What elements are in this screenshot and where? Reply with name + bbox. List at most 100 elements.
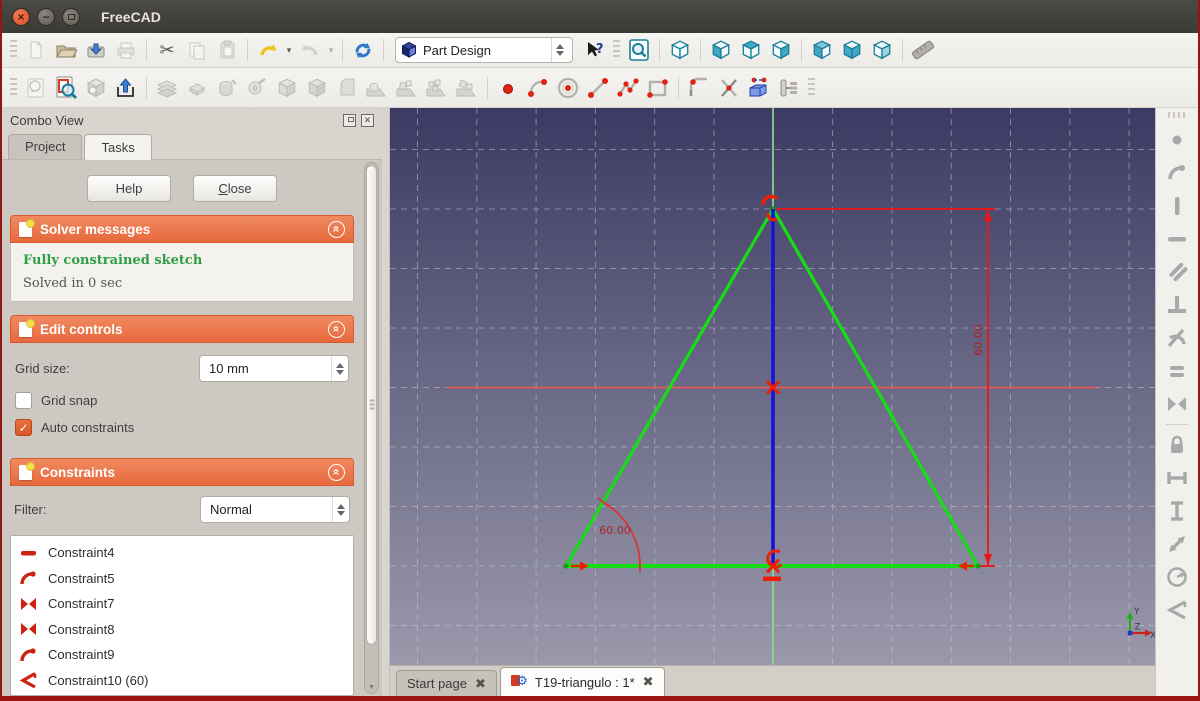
vertical-constraint-button[interactable] [1164, 193, 1190, 219]
paste-button[interactable] [212, 36, 242, 64]
filter-select[interactable]: Normal [200, 496, 350, 523]
toolbar-grip[interactable] [10, 78, 17, 98]
axonometric-view-button[interactable] [665, 36, 695, 64]
grid-size-spin-arrows[interactable] [331, 356, 348, 381]
leave-sketch-button[interactable] [111, 74, 141, 102]
toolbar-grip[interactable] [808, 78, 815, 98]
constraint-list-item[interactable] [11, 693, 353, 696]
open-file-button[interactable] [51, 36, 81, 64]
scroll-down-icon[interactable]: ▼ [365, 684, 378, 691]
rear-view-button[interactable] [807, 36, 837, 64]
revolution-button[interactable] [212, 74, 242, 102]
polar-pattern-button[interactable] [392, 74, 422, 102]
auto-constraints-checkbox[interactable]: ✓ [15, 419, 32, 436]
close-tab-icon[interactable]: ✖ [475, 676, 486, 692]
multi-transform-button[interactable] [452, 74, 482, 102]
constraint-list-item[interactable]: Constraint7 [11, 591, 353, 617]
constraint-list-item[interactable]: Constraint4 [11, 540, 353, 566]
refresh-button[interactable] [348, 36, 378, 64]
top-view-button[interactable] [736, 36, 766, 64]
create-polyline-button[interactable] [613, 74, 643, 102]
constraint-list-item[interactable]: Constraint8 [11, 617, 353, 643]
fillet-feature-button[interactable] [332, 74, 362, 102]
redo-dropdown[interactable]: ▾ [325, 36, 337, 64]
external-geometry-button[interactable] [744, 74, 774, 102]
groove-button[interactable] [242, 74, 272, 102]
vertical-distance-button[interactable] [1164, 498, 1190, 524]
window-maximize-button[interactable] [62, 8, 80, 26]
collapse-section-button[interactable]: « [328, 221, 345, 238]
linear-pattern-button[interactable] [362, 74, 392, 102]
coincident-button[interactable] [1164, 160, 1190, 186]
solver-messages-header[interactable]: Solver messages « [10, 215, 354, 243]
perpendicular-constraint-button[interactable] [1164, 292, 1190, 318]
window-close-button[interactable]: × [12, 8, 30, 26]
trim-edge-button[interactable] [714, 74, 744, 102]
measure-button[interactable] [908, 36, 938, 64]
scrollbar-thumb[interactable] [366, 165, 377, 645]
grid-size-input[interactable]: 10 mm [199, 355, 349, 382]
tangent-constraint-button[interactable] [1164, 325, 1190, 351]
grid-snap-checkbox[interactable] [15, 392, 32, 409]
toolbar-grip[interactable] [10, 40, 17, 60]
tab-project[interactable]: Project [8, 134, 82, 159]
tab-tasks[interactable]: Tasks [84, 134, 151, 160]
undo-button[interactable] [253, 36, 283, 64]
front-view-button[interactable] [706, 36, 736, 64]
lock-constraint-button[interactable] [1164, 432, 1190, 458]
close-task-button[interactable]: Close [193, 175, 277, 202]
toolbar-grip[interactable] [1168, 112, 1186, 118]
angle-dimension-value[interactable]: 60.00 [599, 524, 631, 537]
workbench-selector[interactable]: Part Design [395, 37, 573, 63]
point-on-object-button[interactable] [1164, 127, 1190, 153]
horizontal-distance-button[interactable] [1164, 465, 1190, 491]
pocket-button[interactable] [272, 74, 302, 102]
tab-document[interactable]: ⚙ T19-triangulo : 1* ✖ [500, 667, 665, 696]
horizontal-constraint-button[interactable] [1164, 226, 1190, 252]
radius-constraint-button[interactable] [1164, 564, 1190, 590]
constraint-list-item[interactable]: Constraint5 [11, 566, 353, 592]
bottom-view-button[interactable] [837, 36, 867, 64]
panel-scrollbar[interactable]: ▲ ▼ [364, 162, 379, 694]
create-fillet-button[interactable] [684, 74, 714, 102]
collapse-section-button[interactable]: « [328, 321, 345, 338]
constraint-list[interactable]: Constraint4 Constraint5 Constraint7 [10, 535, 354, 696]
datum-plane-button[interactable] [152, 74, 182, 102]
edit-controls-header[interactable]: Edit controls « [10, 315, 354, 343]
constraint-list-item[interactable]: Constraint9 [11, 642, 353, 668]
undo-dropdown[interactable]: ▾ [283, 36, 295, 64]
save-button[interactable] [81, 36, 111, 64]
create-circle-button[interactable] [553, 74, 583, 102]
equal-constraint-button[interactable] [1164, 358, 1190, 384]
constraints-header[interactable]: Constraints « [10, 458, 354, 486]
title-bar[interactable]: × − FreeCAD [2, 0, 1198, 33]
chamfer-button[interactable] [302, 74, 332, 102]
sketch-viewport[interactable]: 60.00 [390, 108, 1155, 665]
pad-button[interactable] [182, 74, 212, 102]
create-rectangle-button[interactable] [643, 74, 673, 102]
left-view-button[interactable] [867, 36, 897, 64]
collapse-section-button[interactable]: « [328, 464, 345, 481]
workbench-selector-arrows[interactable] [551, 38, 568, 62]
fit-all-button[interactable] [624, 36, 654, 64]
dock-float-button[interactable] [343, 114, 356, 127]
distance-button[interactable] [1164, 531, 1190, 557]
right-view-button[interactable] [766, 36, 796, 64]
tab-start-page[interactable]: Start page ✖ [396, 670, 497, 696]
print-button[interactable] [111, 36, 141, 64]
redo-button[interactable] [295, 36, 325, 64]
panel-splitter[interactable] [382, 108, 390, 696]
help-button[interactable]: Help [87, 175, 171, 202]
dock-close-button[interactable]: ✕ [361, 114, 374, 127]
window-minimize-button[interactable]: − [37, 8, 55, 26]
create-point-button[interactable] [493, 74, 523, 102]
new-file-button[interactable] [21, 36, 51, 64]
filter-spin-arrows[interactable] [332, 497, 349, 522]
cut-button[interactable]: ✂ [152, 36, 182, 64]
map-sketch-button[interactable] [81, 74, 111, 102]
new-sketch-button[interactable] [21, 74, 51, 102]
view-sketch-button[interactable] [51, 74, 81, 102]
mirrored-pattern-button[interactable] [422, 74, 452, 102]
copy-button[interactable] [182, 36, 212, 64]
height-dimension-value[interactable]: 60.00 [972, 324, 985, 356]
